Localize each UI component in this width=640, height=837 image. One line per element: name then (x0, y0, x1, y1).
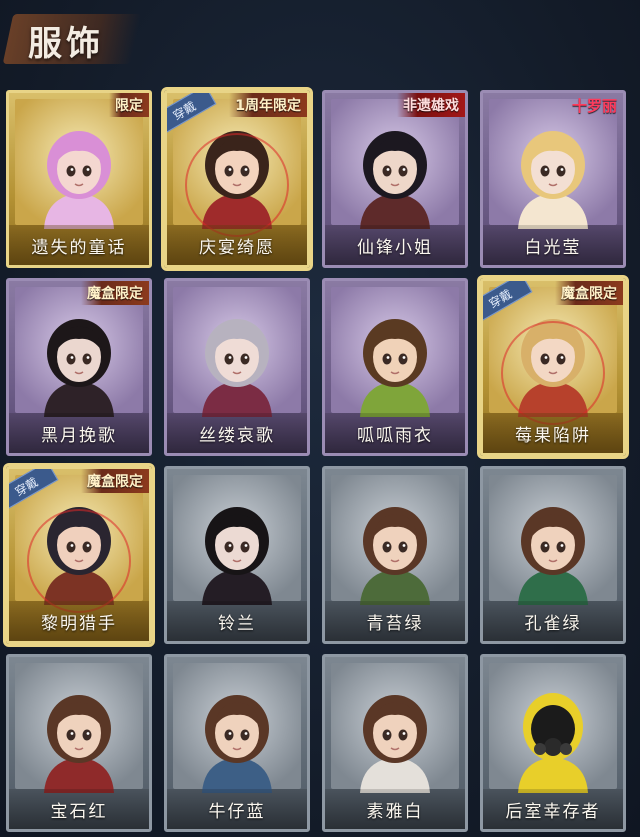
name-plate: 仙锋小姐 (325, 225, 465, 265)
costume-name: 白光莹 (524, 237, 582, 258)
character-portrait (518, 693, 588, 793)
character-portrait (360, 695, 430, 793)
costume-card[interactable]: 丝缕哀歌 (164, 278, 310, 456)
costume-card[interactable]: 穿戴 1周年限定 庆宴绮愿 (161, 87, 313, 271)
costume-card[interactable]: 穿戴 魔盒限定 莓果陷阱 (477, 275, 629, 459)
name-plate: 孔雀绿 (483, 601, 623, 641)
limited-tag: 限定 (109, 93, 149, 117)
costume-card[interactable]: 非遗雄戏仙锋小姐 (322, 90, 468, 268)
character-portrait (44, 131, 114, 229)
costume-card[interactable]: 素雅白 (322, 654, 468, 832)
costume-name: 素雅白 (366, 801, 424, 822)
costume-name: 仙锋小姐 (357, 237, 433, 258)
costume-name: 青苔绿 (366, 613, 424, 634)
name-plate: 黑月挽歌 (9, 413, 149, 453)
costume-name: 庆宴绮愿 (199, 237, 275, 258)
costume-name: 丝缕哀歌 (199, 425, 275, 446)
character-portrait (202, 319, 272, 417)
costume-name: 后室幸存者 (505, 801, 601, 822)
costume-card[interactable]: 后室幸存者 (480, 654, 626, 832)
name-plate: 黎明猎手 (9, 601, 149, 641)
character-portrait (360, 131, 430, 229)
costume-card[interactable]: 孔雀绿 (480, 466, 626, 644)
equipped-ring (27, 509, 131, 613)
name-plate: 后室幸存者 (483, 789, 623, 829)
costume-card[interactable]: 呱呱雨衣 (322, 278, 468, 456)
name-plate: 牛仔蓝 (167, 789, 307, 829)
limited-tag: 魔盒限定 (81, 281, 149, 305)
name-plate: 青苔绿 (325, 601, 465, 641)
name-plate: 遗失的童话 (9, 225, 149, 265)
costume-card[interactable]: 穿戴 魔盒限定 黎明猎手 (3, 463, 155, 647)
name-plate: 莓果陷阱 (483, 413, 623, 453)
limited-tag: 十罗丽 (571, 96, 617, 115)
equipped-ring (185, 133, 289, 237)
name-plate: 宝石红 (9, 789, 149, 829)
costume-name: 铃兰 (218, 613, 256, 634)
character-portrait (360, 319, 430, 417)
costume-name: 遗失的童话 (31, 237, 127, 258)
costume-card[interactable]: 十罗丽白光莹 (480, 90, 626, 268)
name-plate: 丝缕哀歌 (167, 413, 307, 453)
name-plate: 白光莹 (483, 225, 623, 265)
costume-name: 宝石红 (50, 801, 108, 822)
costume-card[interactable]: 宝石红 (6, 654, 152, 832)
name-plate: 铃兰 (167, 601, 307, 641)
costume-card[interactable]: 青苔绿 (322, 466, 468, 644)
costume-name: 黑月挽歌 (41, 425, 117, 446)
character-portrait (44, 695, 114, 793)
character-portrait (518, 131, 588, 229)
character-portrait (202, 507, 272, 605)
costume-name: 孔雀绿 (524, 613, 582, 634)
page-title: 服饰 (28, 24, 104, 64)
costume-card[interactable]: 魔盒限定黑月挽歌 (6, 278, 152, 456)
costume-grid: 限定 遗失的童话 穿戴 1周年限定 庆宴绮愿 非遗雄戏 仙锋小姐 十罗丽 白光莹 魔盒限定 黑月挽歌… (3, 87, 636, 834)
character-portrait (360, 507, 430, 605)
character-portrait (518, 507, 588, 605)
name-plate: 呱呱雨衣 (325, 413, 465, 453)
costume-name: 黎明猎手 (41, 613, 117, 634)
costume-card[interactable]: 限定遗失的童话 (6, 90, 152, 268)
character-portrait (202, 695, 272, 793)
limited-tag: 非遗雄戏 (397, 93, 465, 117)
name-plate: 庆宴绮愿 (167, 225, 307, 265)
name-plate: 素雅白 (325, 789, 465, 829)
costume-name: 莓果陷阱 (515, 425, 591, 446)
costume-name: 呱呱雨衣 (357, 425, 433, 446)
equipped-ring (501, 321, 605, 425)
limited-tag: 魔盒限定 (81, 469, 149, 493)
limited-tag: 魔盒限定 (555, 281, 623, 305)
character-portrait (44, 319, 114, 417)
costume-card[interactable]: 铃兰 (164, 466, 310, 644)
page-header: 服饰 (0, 0, 640, 80)
limited-tag: 1周年限定 (229, 93, 307, 117)
costume-name: 牛仔蓝 (208, 801, 266, 822)
costume-card[interactable]: 牛仔蓝 (164, 654, 310, 832)
